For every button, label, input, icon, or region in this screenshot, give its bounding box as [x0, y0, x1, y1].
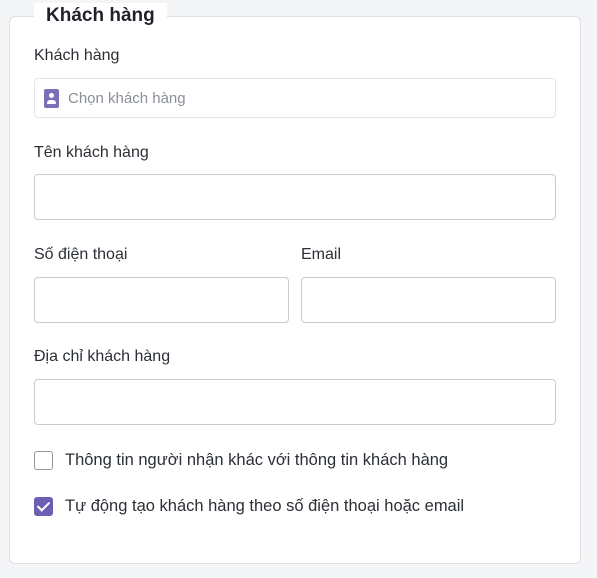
customer-name-field[interactable]	[34, 174, 556, 220]
phone-label: Số điện thoại	[34, 246, 128, 263]
address-label: Địa chỉ khách hàng	[34, 348, 171, 365]
auto-create-checkbox[interactable]	[34, 496, 53, 516]
section-title: Khách hàng	[34, 3, 167, 29]
different-recipient-label: Thông tin người nhận khác với thông tin …	[65, 451, 449, 469]
customer-name-label: Tên khách hàng	[34, 144, 149, 161]
different-recipient-option[interactable]: Thông tin người nhận khác với thông tin …	[34, 450, 448, 470]
address-field[interactable]	[34, 379, 556, 425]
auto-create-option[interactable]: Tự động tạo khách hàng theo số điện thoạ…	[34, 496, 464, 516]
customer-select-label: Khách hàng	[34, 47, 120, 64]
customer-select-placeholder: Chọn khách hàng	[68, 89, 186, 107]
phone-field[interactable]	[34, 277, 289, 323]
email-label: Email	[301, 246, 342, 263]
different-recipient-checkbox[interactable]	[34, 450, 53, 470]
email-field[interactable]	[301, 277, 556, 323]
auto-create-label: Tự động tạo khách hàng theo số điện thoạ…	[65, 497, 465, 515]
contact-card-icon	[44, 88, 59, 108]
customer-select[interactable]: Chọn khách hàng	[34, 78, 556, 118]
